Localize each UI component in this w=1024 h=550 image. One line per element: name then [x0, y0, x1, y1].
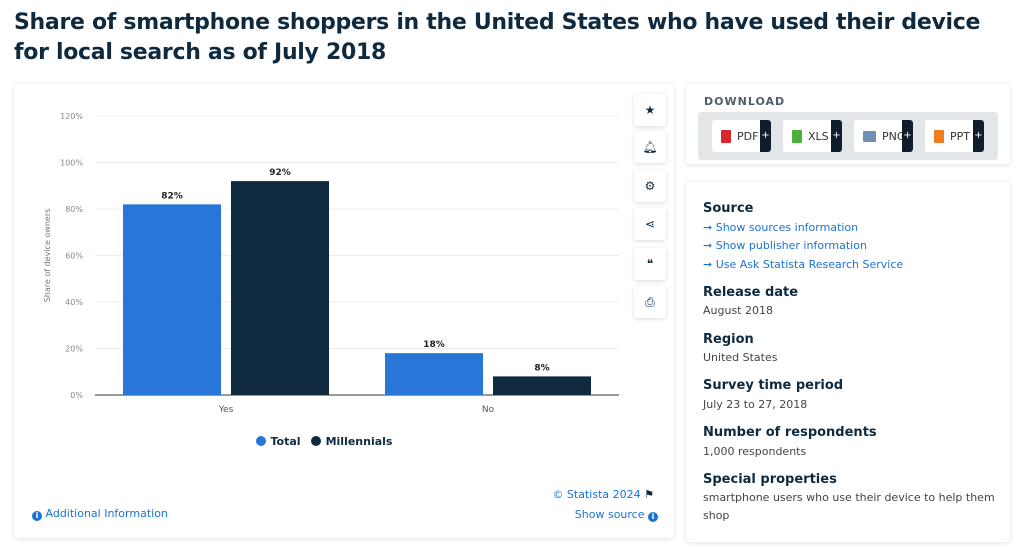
ask-statista-link[interactable]: ➞ Use Ask Statista Research Service: [703, 258, 903, 271]
copyright-text: © Statista 2024: [552, 488, 641, 501]
show-sources-link[interactable]: ➞ Show sources information: [703, 221, 858, 234]
plus-icon: +: [831, 120, 842, 152]
show-source-link[interactable]: Show source i: [575, 508, 658, 522]
bar: [123, 204, 221, 395]
link-label: Use Ask Statista Research Service: [715, 258, 904, 271]
link-label: Show sources information: [715, 221, 859, 234]
download-xls-button[interactable]: XLS +: [783, 120, 842, 152]
xls-file-icon: [792, 129, 802, 143]
survey-period: July 23 to 27, 2018: [703, 398, 808, 411]
png-image-icon: [863, 130, 876, 142]
special-properties-heading: Special properties: [703, 472, 837, 487]
bell-icon[interactable]: 🔔︎: [634, 131, 666, 163]
gear-icon[interactable]: ⚙: [634, 170, 666, 202]
star-icon[interactable]: ★: [634, 94, 666, 126]
data-label: 92%: [269, 168, 291, 178]
data-label: 8%: [534, 363, 549, 373]
special-properties: smartphone users who use their device to…: [703, 491, 995, 522]
plus-icon: +: [760, 120, 771, 152]
y-tick-label: 20%: [65, 345, 83, 354]
legend-item-millennials[interactable]: Millennials: [310, 435, 393, 448]
plus-icon: +: [902, 120, 913, 152]
button-label: PPT: [950, 129, 970, 143]
y-tick-label: 40%: [65, 298, 83, 307]
y-tick-label: 0%: [70, 391, 83, 400]
x-tick-label: Yes: [218, 405, 234, 415]
plus-icon: +: [973, 120, 984, 152]
button-label: XLS: [808, 129, 829, 143]
legend: Total Millennials: [14, 435, 634, 448]
download-pdf-button[interactable]: PDF +: [712, 120, 771, 152]
additional-info-label: Additional Information: [45, 507, 168, 520]
link-label: Show publisher information: [715, 239, 867, 252]
bar-chart: 0% 20% 40% 60% 80% 100% 120% Share of device ow…: [43, 112, 619, 415]
release-date: August 2018: [703, 304, 773, 317]
chart-card: 0% 20% 40% 60% 80% 100% 120% Share of device ow…: [14, 84, 674, 538]
info-icon: i: [32, 511, 42, 521]
print-icon[interactable]: ⎙: [634, 286, 666, 318]
copyright[interactable]: © Statista 2024 ⚑: [552, 488, 654, 501]
details-panel: Source ➞ Show sources information ➞ Show…: [686, 182, 1010, 542]
button-label: PDF: [737, 129, 759, 143]
respondents-heading: Number of respondents: [703, 425, 877, 440]
source-heading: Source: [703, 201, 754, 216]
legend-label: Millennials: [325, 435, 393, 448]
quote-icon[interactable]: ❝: [634, 248, 666, 280]
region-heading: Region: [703, 332, 754, 347]
show-source-label: Show source: [574, 508, 645, 521]
bar: [385, 353, 483, 395]
data-label: 18%: [423, 340, 445, 350]
info-icon: i: [648, 512, 658, 522]
flag-icon: ⚑: [644, 488, 654, 501]
y-tick-label: 120%: [60, 112, 83, 121]
download-ppt-button[interactable]: PPT +: [925, 120, 984, 152]
y-tick-label: 60%: [65, 252, 83, 261]
legend-item-total[interactable]: Total: [255, 435, 301, 448]
download-panel: DOWNLOAD PDF + XLS + PNG + PPT +: [686, 84, 1010, 164]
y-tick-label: 100%: [60, 159, 83, 168]
download-png-button[interactable]: PNG +: [854, 120, 913, 152]
region: United States: [703, 351, 778, 364]
y-axis-title: Share of device owners: [43, 209, 52, 303]
respondents: 1,000 respondents: [703, 445, 807, 458]
additional-information-link[interactable]: i Additional Information: [32, 507, 168, 521]
show-publisher-link[interactable]: ➞ Show publisher information: [703, 239, 867, 252]
bar: [231, 181, 329, 395]
legend-swatch: [255, 436, 266, 446]
download-buttons: PDF + XLS + PNG + PPT +: [698, 112, 998, 160]
legend-label: Total: [270, 435, 301, 448]
page-title: Share of smartphone shoppers in the Unit…: [14, 10, 981, 65]
y-tick-label: 80%: [65, 205, 83, 214]
legend-swatch: [310, 436, 321, 446]
share-icon[interactable]: ⋖: [634, 208, 666, 240]
data-label: 82%: [161, 191, 183, 201]
bar: [493, 376, 591, 395]
ppt-file-icon: [934, 129, 944, 143]
download-heading: DOWNLOAD: [704, 95, 786, 108]
release-date-heading: Release date: [703, 285, 799, 300]
survey-period-heading: Survey time period: [703, 378, 844, 393]
pdf-file-icon: [721, 129, 731, 143]
x-tick-label: No: [482, 405, 495, 415]
